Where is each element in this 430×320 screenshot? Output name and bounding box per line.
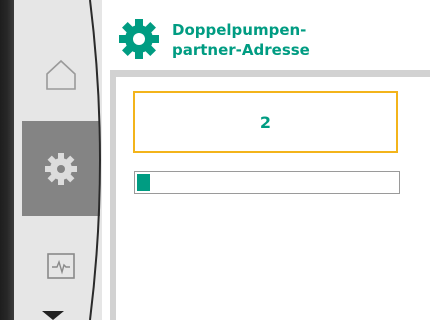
home-icon <box>46 59 76 90</box>
value-display: 2 <box>259 112 272 132</box>
page-title-line-1: Doppelpumpen- <box>172 21 307 39</box>
gear-icon <box>45 152 77 185</box>
value-field[interactable]: 2 <box>133 91 398 153</box>
progress-bar-fill <box>137 174 151 191</box>
gear-icon <box>119 19 159 59</box>
progress-bar <box>134 171 400 194</box>
page-title: Doppelpumpen- partner-Adresse <box>172 20 422 60</box>
page-title-line-2: partner-Adresse <box>172 41 310 59</box>
chevron-down-icon[interactable] <box>42 311 64 320</box>
pulse-monitor-icon <box>47 252 75 279</box>
